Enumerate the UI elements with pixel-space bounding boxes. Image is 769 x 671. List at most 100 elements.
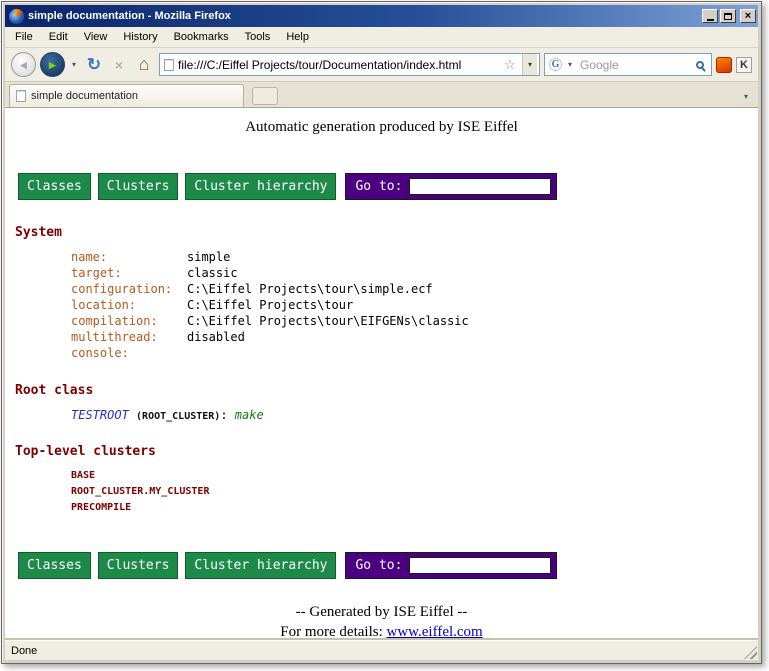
clusters-button[interactable]: Clusters [98, 173, 179, 200]
forward-button[interactable]: ► [40, 52, 65, 77]
google-icon: G [549, 58, 562, 71]
forward-icon: ► [47, 58, 59, 72]
doc-nav-top: Classes Clusters Cluster hierarchy Go to… [18, 173, 758, 200]
menu-help[interactable]: Help [278, 29, 317, 45]
row-label: configuration: [71, 281, 187, 297]
system-row-configuration: configuration:C:\Eiffel Projects\tour\si… [5, 281, 758, 297]
row-label: console: [71, 345, 187, 361]
goto-bar-bottom: Go to: [345, 552, 557, 579]
titlebar[interactable]: simple documentation - Mozilla Firefox × [5, 5, 758, 27]
search-box[interactable]: G ▾ [544, 53, 712, 76]
reload-button[interactable]: ↻ [83, 55, 105, 75]
extension-icon-2[interactable]: K [736, 57, 752, 73]
close-button[interactable]: × [740, 9, 756, 23]
back-button[interactable]: ◄ [11, 52, 36, 77]
history-dropdown-button[interactable]: ▾ [69, 60, 79, 69]
classes-button[interactable]: Classes [18, 552, 91, 579]
navigation-toolbar: ◄ ► ▾ ↻ × ⌂ ☆ ▾ G ▾ K [5, 48, 758, 82]
tab-label: simple documentation [31, 90, 138, 102]
row-value: simple [187, 250, 230, 264]
firefox-window: simple documentation - Mozilla Firefox ×… [1, 1, 762, 664]
row-value: C:\Eiffel Projects\tour\simple.ecf [187, 282, 433, 296]
root-class-line: TESTROOT (ROOT_CLUSTER): make [5, 407, 758, 425]
system-row-name: name:simple [5, 249, 758, 265]
cluster-hierarchy-button[interactable]: Cluster hierarchy [185, 552, 336, 579]
home-button[interactable]: ⌂ [133, 54, 155, 75]
chevron-down-icon: ▾ [528, 60, 532, 69]
url-dropdown-button[interactable]: ▾ [522, 54, 537, 75]
system-row-multithread: multithread:disabled [5, 329, 758, 345]
details-prefix: For more details: [280, 624, 386, 640]
new-tab-button[interactable] [252, 87, 278, 105]
minimize-icon [707, 19, 714, 21]
maximize-icon [724, 13, 732, 20]
system-row-console: console: [5, 345, 758, 361]
system-row-target: target:classic [5, 265, 758, 281]
goto-bar-top: Go to: [345, 173, 557, 200]
minimize-button[interactable] [702, 9, 718, 23]
cluster-link-root-cluster-my-cluster[interactable]: ROOT_CLUSTER.MY_CLUSTER [5, 484, 758, 500]
stop-button[interactable]: × [109, 57, 129, 73]
page-content: Automatic generation produced by ISE Eif… [5, 108, 758, 640]
menu-bookmarks[interactable]: Bookmarks [166, 29, 237, 45]
menu-edit[interactable]: Edit [41, 29, 76, 45]
root-cluster-ref[interactable]: (ROOT_CLUSTER) [136, 411, 220, 422]
system-row-location: location:C:\Eiffel Projects\tour [5, 297, 758, 313]
goto-input-top[interactable] [409, 178, 551, 195]
row-label: name: [71, 249, 187, 265]
root-class-heading: Root class [15, 383, 758, 398]
eiffel-com-link[interactable]: www.eiffel.com [387, 624, 483, 640]
tab-bar: simple documentation ▾ [5, 82, 758, 108]
page-title: Automatic generation produced by ISE Eif… [5, 119, 758, 136]
search-icon[interactable] [696, 61, 704, 69]
url-bar[interactable]: ☆ ▾ [159, 53, 540, 76]
row-value: C:\Eiffel Projects\tour [187, 298, 353, 312]
extension-icon-1[interactable] [716, 57, 732, 73]
cluster-hierarchy-button[interactable]: Cluster hierarchy [185, 173, 336, 200]
close-icon: × [745, 10, 751, 22]
home-icon: ⌂ [139, 54, 150, 75]
menubar: File Edit View History Bookmarks Tools H… [5, 27, 758, 48]
cluster-link-precompile[interactable]: PRECOMPILE [5, 500, 758, 516]
tab-simple-documentation[interactable]: simple documentation [9, 84, 244, 107]
row-label: target: [71, 265, 187, 281]
firefox-icon [9, 9, 24, 24]
url-input[interactable] [178, 58, 500, 72]
creation-feature-link[interactable]: make [235, 408, 264, 422]
page-icon [164, 59, 174, 71]
top-level-clusters-heading: Top-level clusters [15, 444, 758, 459]
resize-grip[interactable] [744, 646, 757, 659]
stop-icon: × [115, 57, 123, 73]
root-class-link[interactable]: TESTROOT [71, 408, 129, 422]
clusters-button[interactable]: Clusters [98, 552, 179, 579]
bookmark-star-icon[interactable]: ☆ [504, 57, 518, 73]
reload-icon: ↻ [87, 55, 101, 75]
row-value: classic [187, 266, 238, 280]
search-input[interactable] [578, 57, 693, 73]
search-engine-dropdown[interactable]: ▾ [565, 60, 575, 69]
menu-history[interactable]: History [115, 29, 165, 45]
row-value: disabled [187, 330, 245, 344]
row-label: location: [71, 297, 187, 313]
system-heading: System [15, 225, 758, 240]
status-bar: Done [5, 640, 758, 660]
goto-input-bottom[interactable] [409, 557, 551, 574]
system-row-compilation: compilation:C:\Eiffel Projects\tour\EIFG… [5, 313, 758, 329]
menu-tools[interactable]: Tools [237, 29, 279, 45]
tab-list-dropdown[interactable]: ▾ [738, 87, 754, 105]
classes-button[interactable]: Classes [18, 173, 91, 200]
cluster-link-base[interactable]: BASE [5, 468, 758, 484]
chevron-down-icon: ▾ [568, 60, 572, 69]
separator: : [220, 408, 227, 422]
row-value: C:\Eiffel Projects\tour\EIFGENs\classic [187, 314, 469, 328]
menu-view[interactable]: View [76, 29, 116, 45]
generated-by-text: -- Generated by ISE Eiffel -- [5, 604, 758, 621]
row-label: compilation: [71, 313, 187, 329]
row-label: multithread: [71, 329, 187, 345]
window-title: simple documentation - Mozilla Firefox [28, 10, 698, 22]
goto-label: Go to: [355, 179, 402, 194]
menu-file[interactable]: File [7, 29, 41, 45]
doc-nav-bottom: Classes Clusters Cluster hierarchy Go to… [18, 552, 758, 579]
tab-favicon [16, 90, 26, 102]
maximize-button[interactable] [720, 9, 736, 23]
